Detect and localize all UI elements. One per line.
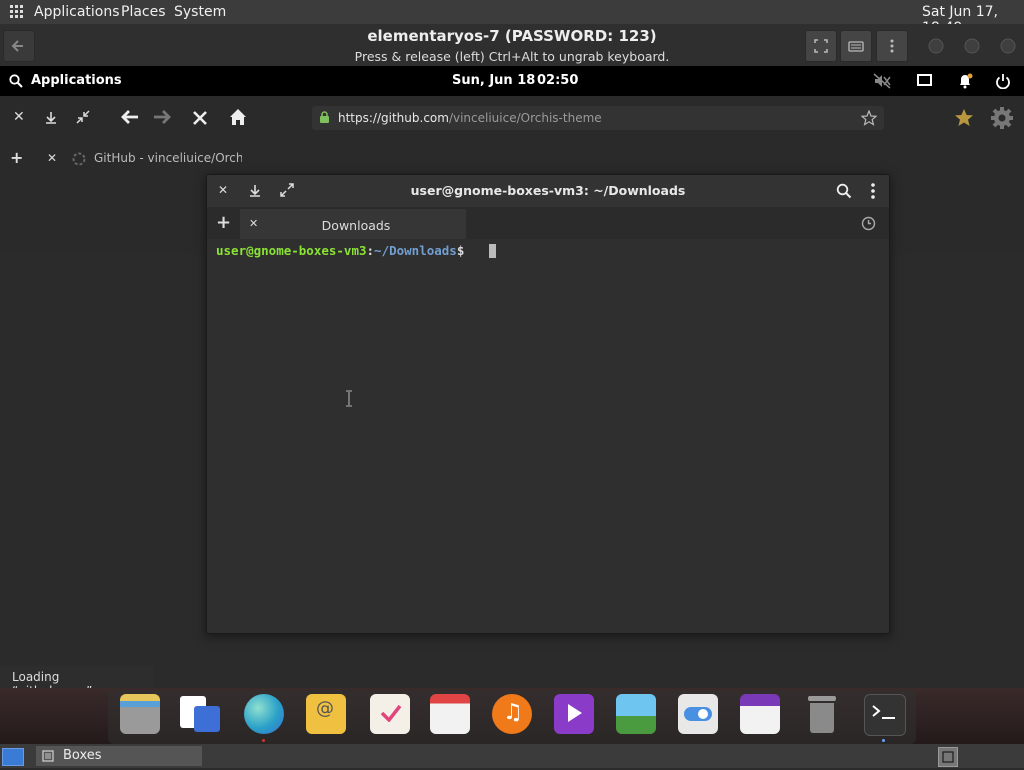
loading-spinner-icon xyxy=(72,152,86,166)
browser-tab-title: GitHub - vinceliuice/Orchi xyxy=(94,151,242,165)
notification-bell-icon[interactable] xyxy=(956,72,974,90)
url-bar[interactable]: https://github.com/vinceliuice/Orchis-th… xyxy=(312,106,884,130)
boxes-header-bar: elementaryos-7 (PASSWORD: 123) Press & r… xyxy=(0,24,1024,67)
taskbar-window-label: Boxes xyxy=(63,748,102,763)
download-icon[interactable] xyxy=(44,111,58,125)
volume-muted-icon[interactable] xyxy=(873,73,891,89)
music-icon[interactable]: ♫ xyxy=(492,694,532,734)
trash-icon[interactable] xyxy=(802,694,842,734)
terminal-tab[interactable]: ✕ Downloads xyxy=(240,209,466,239)
prompt-path: ~/Downloads xyxy=(374,243,457,258)
more-vertical-icon xyxy=(890,39,894,53)
dock: @ ♫ xyxy=(108,690,916,744)
host-top-panel: Applications Places System Sat Jun 17, 1… xyxy=(0,0,1024,36)
url-path: /vinceliuice/Orchis-theme xyxy=(448,111,602,125)
forward-arrow-icon[interactable] xyxy=(152,108,172,126)
fullscreen-button[interactable] xyxy=(805,30,837,62)
terminal-body[interactable]: user@gnome-boxes-vm3:~/Downloads$ xyxy=(207,239,889,633)
minimize-icon[interactable] xyxy=(927,37,945,55)
home-icon[interactable] xyxy=(229,108,247,126)
lock-icon xyxy=(320,111,329,123)
unmaximize-icon[interactable] xyxy=(76,110,90,124)
search-icon xyxy=(9,74,23,88)
prompt-symbol: $ xyxy=(456,243,465,258)
terminal-cursor xyxy=(489,244,496,258)
calendar-icon[interactable] xyxy=(430,694,470,734)
prompt-separator: : xyxy=(366,243,375,258)
terminal-app-icon[interactable] xyxy=(864,694,906,736)
stop-loading-icon[interactable] xyxy=(192,110,208,126)
tasks-icon[interactable] xyxy=(370,694,410,734)
url-domain: https://github.com xyxy=(338,111,449,125)
host-menu-system[interactable]: System xyxy=(174,4,226,20)
browser-tab-strip: + ✕ GitHub - vinceliuice/Orchi xyxy=(0,140,1024,176)
terminal-title: user@gnome-boxes-vm3: ~/Downloads xyxy=(410,183,686,198)
settings-toggle-icon[interactable] xyxy=(678,694,718,734)
videos-icon[interactable] xyxy=(554,694,594,734)
photos-icon[interactable] xyxy=(616,694,656,734)
browser-close-icon[interactable]: ✕ xyxy=(13,110,25,124)
terminal-menu-icon[interactable] xyxy=(869,182,877,200)
host-bottom-panel: Boxes xyxy=(0,744,1024,768)
guest-time[interactable]: 02:50 xyxy=(537,73,578,88)
text-cursor-icon xyxy=(346,390,352,407)
multitasking-icon[interactable] xyxy=(180,694,220,734)
guest-top-bar: Applications Sun, Jun 18 02:50 xyxy=(0,66,1024,96)
maximize-icon[interactable] xyxy=(963,37,981,55)
back-arrow-icon[interactable] xyxy=(120,108,140,126)
terminal-new-tab-icon[interactable]: + xyxy=(216,214,231,232)
close-window-icon[interactable] xyxy=(999,37,1017,55)
web-browser-icon[interactable] xyxy=(244,694,284,734)
keyboard-icon xyxy=(848,41,864,52)
running-indicator-browser xyxy=(262,739,265,742)
terminal-header: ✕ user@gnome-boxes-vm3: ~/Downloads xyxy=(207,175,889,207)
boxes-icon xyxy=(42,750,54,762)
browser-tab[interactable]: ✕ GitHub - vinceliuice/Orchi xyxy=(38,142,242,174)
app-grid-icon[interactable] xyxy=(10,5,24,19)
guest-date[interactable]: Sun, Jun 18 xyxy=(452,73,535,88)
menu-button[interactable] xyxy=(876,30,908,62)
bookmarks-star-icon[interactable] xyxy=(954,108,974,128)
guest-applications-menu[interactable]: Applications xyxy=(31,73,122,88)
host-menu-places[interactable]: Places xyxy=(121,4,166,20)
keyboard-button[interactable] xyxy=(840,30,872,62)
show-desktop-icon[interactable] xyxy=(2,748,24,766)
tab-close-icon[interactable]: ✕ xyxy=(47,152,57,164)
workspace-switcher-icon[interactable] xyxy=(938,747,958,767)
taskbar-boxes-window[interactable]: Boxes xyxy=(36,746,202,766)
settings-gear-icon[interactable] xyxy=(991,107,1013,129)
history-clock-icon[interactable] xyxy=(861,216,876,231)
terminal-prompt: user@gnome-boxes-vm3:~/Downloads$ xyxy=(216,243,464,258)
display-icon[interactable] xyxy=(917,74,933,88)
bookmark-star-icon[interactable] xyxy=(861,110,877,126)
power-icon[interactable] xyxy=(995,73,1011,89)
host-menu-applications[interactable]: Applications xyxy=(34,4,120,20)
prompt-user: user@gnome-boxes-vm3 xyxy=(216,243,367,258)
files-icon[interactable] xyxy=(120,694,160,734)
app-center-icon[interactable] xyxy=(740,694,780,734)
terminal-tab-bar: + ✕ Downloads xyxy=(207,207,889,239)
running-indicator-terminal xyxy=(882,739,885,742)
loading-status: Loading “github.com”... xyxy=(0,666,154,698)
terminal-window[interactable]: ✕ user@gnome-boxes-vm3: ~/Downloads + ✕ … xyxy=(206,174,890,634)
terminal-search-icon[interactable] xyxy=(836,183,852,199)
fullscreen-icon xyxy=(814,39,828,53)
mail-icon[interactable]: @ xyxy=(306,694,346,734)
new-tab-icon[interactable]: + xyxy=(10,150,23,166)
terminal-tab-label: Downloads xyxy=(321,218,391,233)
